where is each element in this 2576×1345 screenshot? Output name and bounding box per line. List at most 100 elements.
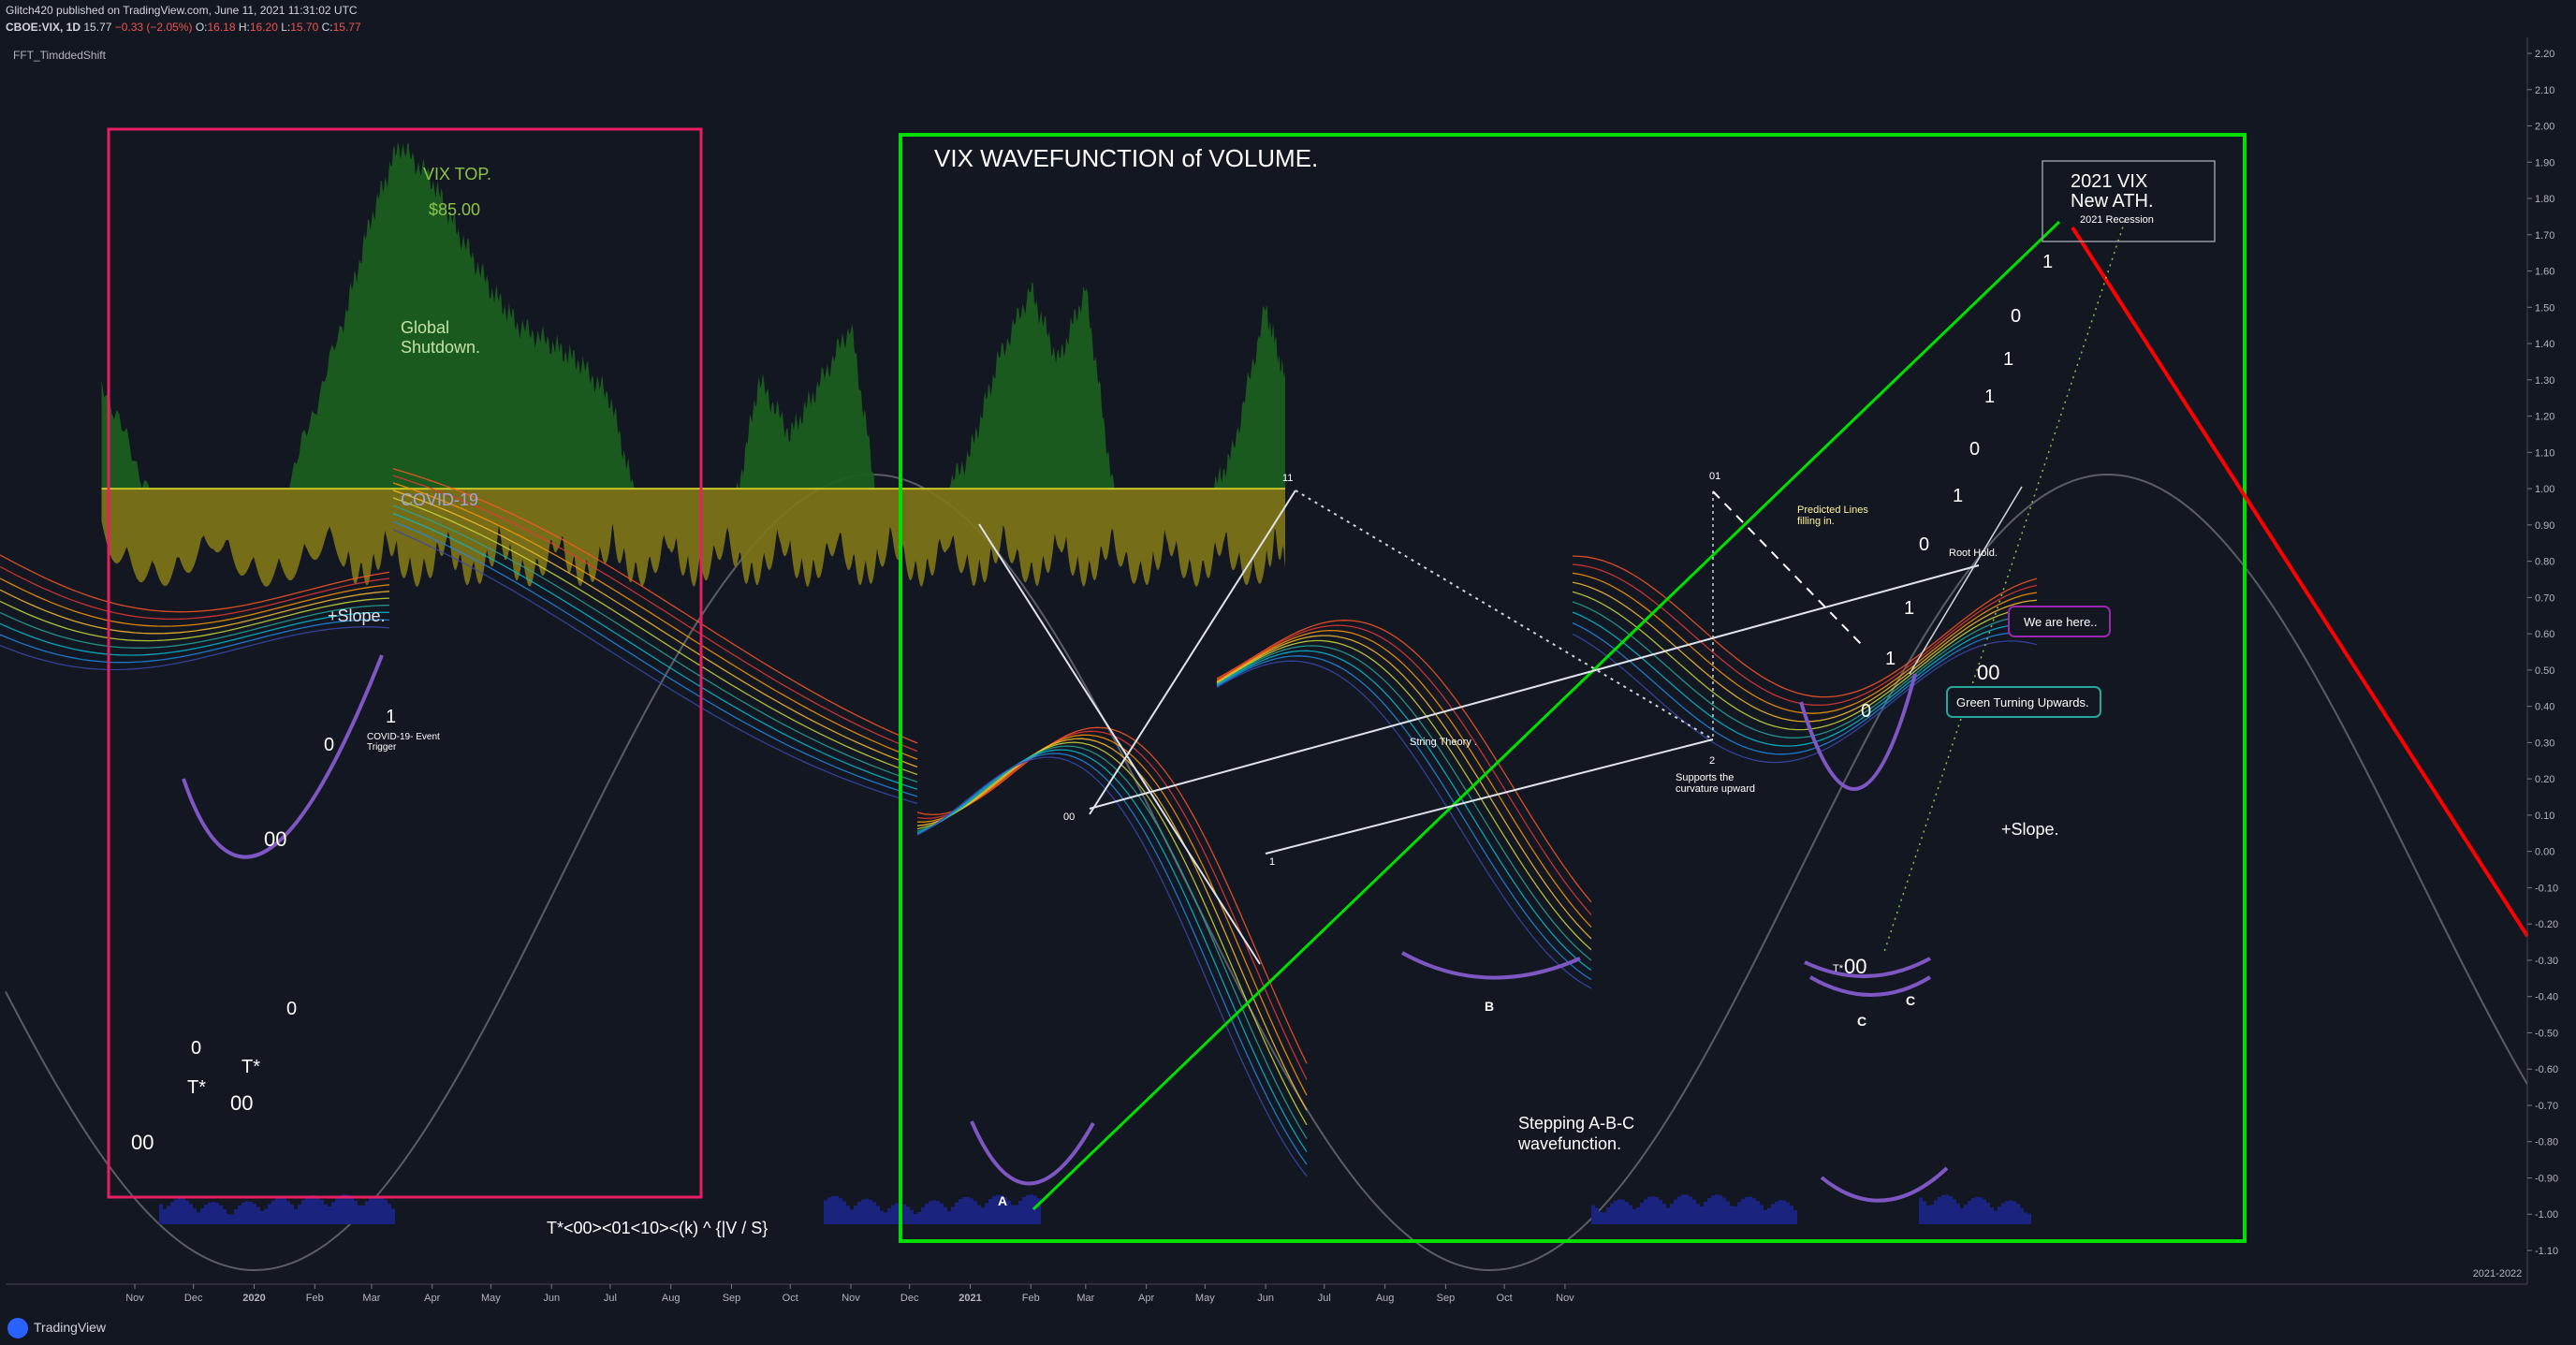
volume-bar	[921, 1206, 925, 1224]
volume-bar	[1930, 1204, 1934, 1224]
volume-bar	[876, 1206, 880, 1224]
volume-bar	[1719, 1195, 1722, 1224]
x-tick-label: Oct	[1497, 1293, 1513, 1304]
volume-bar	[204, 1205, 208, 1224]
we-are-here-label: We are here..	[2024, 615, 2098, 629]
volume-bar	[1677, 1196, 1681, 1224]
volume-bar	[1730, 1206, 1734, 1224]
tradingview-brand[interactable]: TradingView	[34, 1320, 106, 1335]
volume-bar	[331, 1202, 335, 1224]
volume-bar	[1632, 1209, 1636, 1224]
volume-bar	[1767, 1207, 1771, 1224]
binary-digit-mark: T*	[187, 1077, 206, 1098]
x-tick-label: Jul	[1318, 1293, 1331, 1304]
binary-digit-mark: 0	[1919, 534, 1929, 555]
binary-digit-mark: 00	[230, 1091, 253, 1115]
volume-bar	[380, 1196, 384, 1224]
volume-bar	[1975, 1196, 1979, 1224]
slope-left-label: +Slope.	[328, 607, 386, 625]
volume-bar	[1715, 1194, 1719, 1224]
volume-bar	[1640, 1203, 1644, 1224]
volume-bar	[313, 1195, 316, 1224]
volume-bar	[1926, 1206, 1930, 1224]
ath-label-2: New ATH.	[2071, 191, 2154, 212]
volume-bar	[335, 1197, 339, 1224]
volume-bar	[929, 1201, 932, 1224]
volume-bar	[947, 1211, 951, 1224]
volume-bar	[238, 1205, 242, 1224]
label-11: 11	[1282, 473, 1293, 484]
volume-bar	[189, 1204, 193, 1224]
label-t-star: T*	[1833, 963, 1844, 974]
x-tick-label: Nov	[1556, 1293, 1574, 1304]
chart-canvas[interactable]: VIX TOP. $85.00 GlobalShutdown. COVID-19 +Sl…	[0, 0, 2576, 1345]
volume-bar	[264, 1208, 268, 1224]
volume-bar	[1986, 1203, 1990, 1224]
binary-digit-mark: 0	[2011, 306, 2021, 327]
volume-bar	[1756, 1201, 1760, 1224]
volume-bar	[944, 1206, 947, 1224]
volume-bar	[1700, 1206, 1704, 1224]
period-label: 2021-2022	[2473, 1268, 2523, 1279]
volume-bar	[1764, 1209, 1767, 1224]
y-tick-label: -0.90	[2535, 1173, 2558, 1184]
binary-digit-mark: 1	[386, 707, 396, 727]
covid-event-label: COVID-19- Event	[367, 732, 440, 742]
volume-bar	[1015, 1205, 1018, 1224]
vix-top-label: VIX TOP.	[423, 165, 491, 183]
volume-bar	[891, 1205, 895, 1224]
x-tick-label: 2021	[959, 1293, 981, 1304]
x-tick-label: Apr	[1138, 1293, 1154, 1304]
ath-label-1: 2021 VIX	[2071, 171, 2147, 192]
root-hold-label: Root Hold.	[1949, 548, 1998, 559]
volume-bar	[977, 1205, 981, 1224]
y-tick-label: -0.70	[2535, 1101, 2558, 1112]
y-tick-label: 1.60	[2535, 267, 2554, 278]
volume-bar	[339, 1195, 343, 1224]
volume-bar	[861, 1199, 865, 1224]
y-tick-label: 1.10	[2535, 447, 2554, 459]
volume-bar	[1647, 1196, 1651, 1224]
predicted-lines-label: Predicted Lines	[1797, 504, 1868, 516]
volume-bar	[988, 1198, 992, 1224]
volume-bar	[1934, 1200, 1938, 1224]
volume-bar	[1994, 1210, 1998, 1224]
volume-bar	[294, 1208, 298, 1224]
volume-bar	[260, 1210, 264, 1224]
volume-bar	[301, 1200, 305, 1224]
volume-bar	[1644, 1199, 1647, 1224]
volume-bar	[842, 1201, 846, 1224]
y-tick-label: -0.30	[2535, 956, 2558, 967]
volume-bar	[1979, 1197, 1983, 1224]
volume-bar	[1696, 1204, 1700, 1224]
volume-bar	[1949, 1196, 1953, 1224]
volume-bar	[234, 1209, 238, 1224]
y-tick-label: 2.10	[2535, 85, 2554, 96]
y-tick-label: 0.80	[2535, 557, 2554, 568]
tradingview-logo-icon[interactable]	[7, 1318, 28, 1338]
area-below-baseline	[101, 489, 1285, 588]
volume-bar	[865, 1198, 869, 1224]
volume-bar	[1692, 1199, 1696, 1224]
volume-bar	[271, 1200, 275, 1224]
volume-bar	[1990, 1206, 1994, 1224]
slope-right-label: +Slope.	[2001, 820, 2059, 839]
volume-bar	[298, 1204, 301, 1224]
volume-bar	[1689, 1196, 1692, 1224]
volume-bar	[985, 1203, 988, 1224]
volume-bar	[857, 1202, 861, 1224]
volume-bar	[286, 1201, 290, 1224]
volume-bar	[1707, 1198, 1711, 1224]
wave-line	[916, 730, 1308, 1080]
purple-arc	[1804, 957, 1931, 979]
volume-bar	[212, 1202, 215, 1224]
white-trend-line	[1265, 738, 1714, 855]
volume-bar	[1662, 1203, 1666, 1224]
wave-line	[916, 745, 1308, 1139]
binary-digit-mark: 00	[264, 827, 286, 851]
label-01: 01	[1709, 471, 1720, 482]
volume-bar	[376, 1195, 380, 1224]
volume-bar	[1983, 1199, 1986, 1224]
volume-bar	[1610, 1203, 1614, 1224]
y-tick-label: 1.80	[2535, 194, 2554, 205]
